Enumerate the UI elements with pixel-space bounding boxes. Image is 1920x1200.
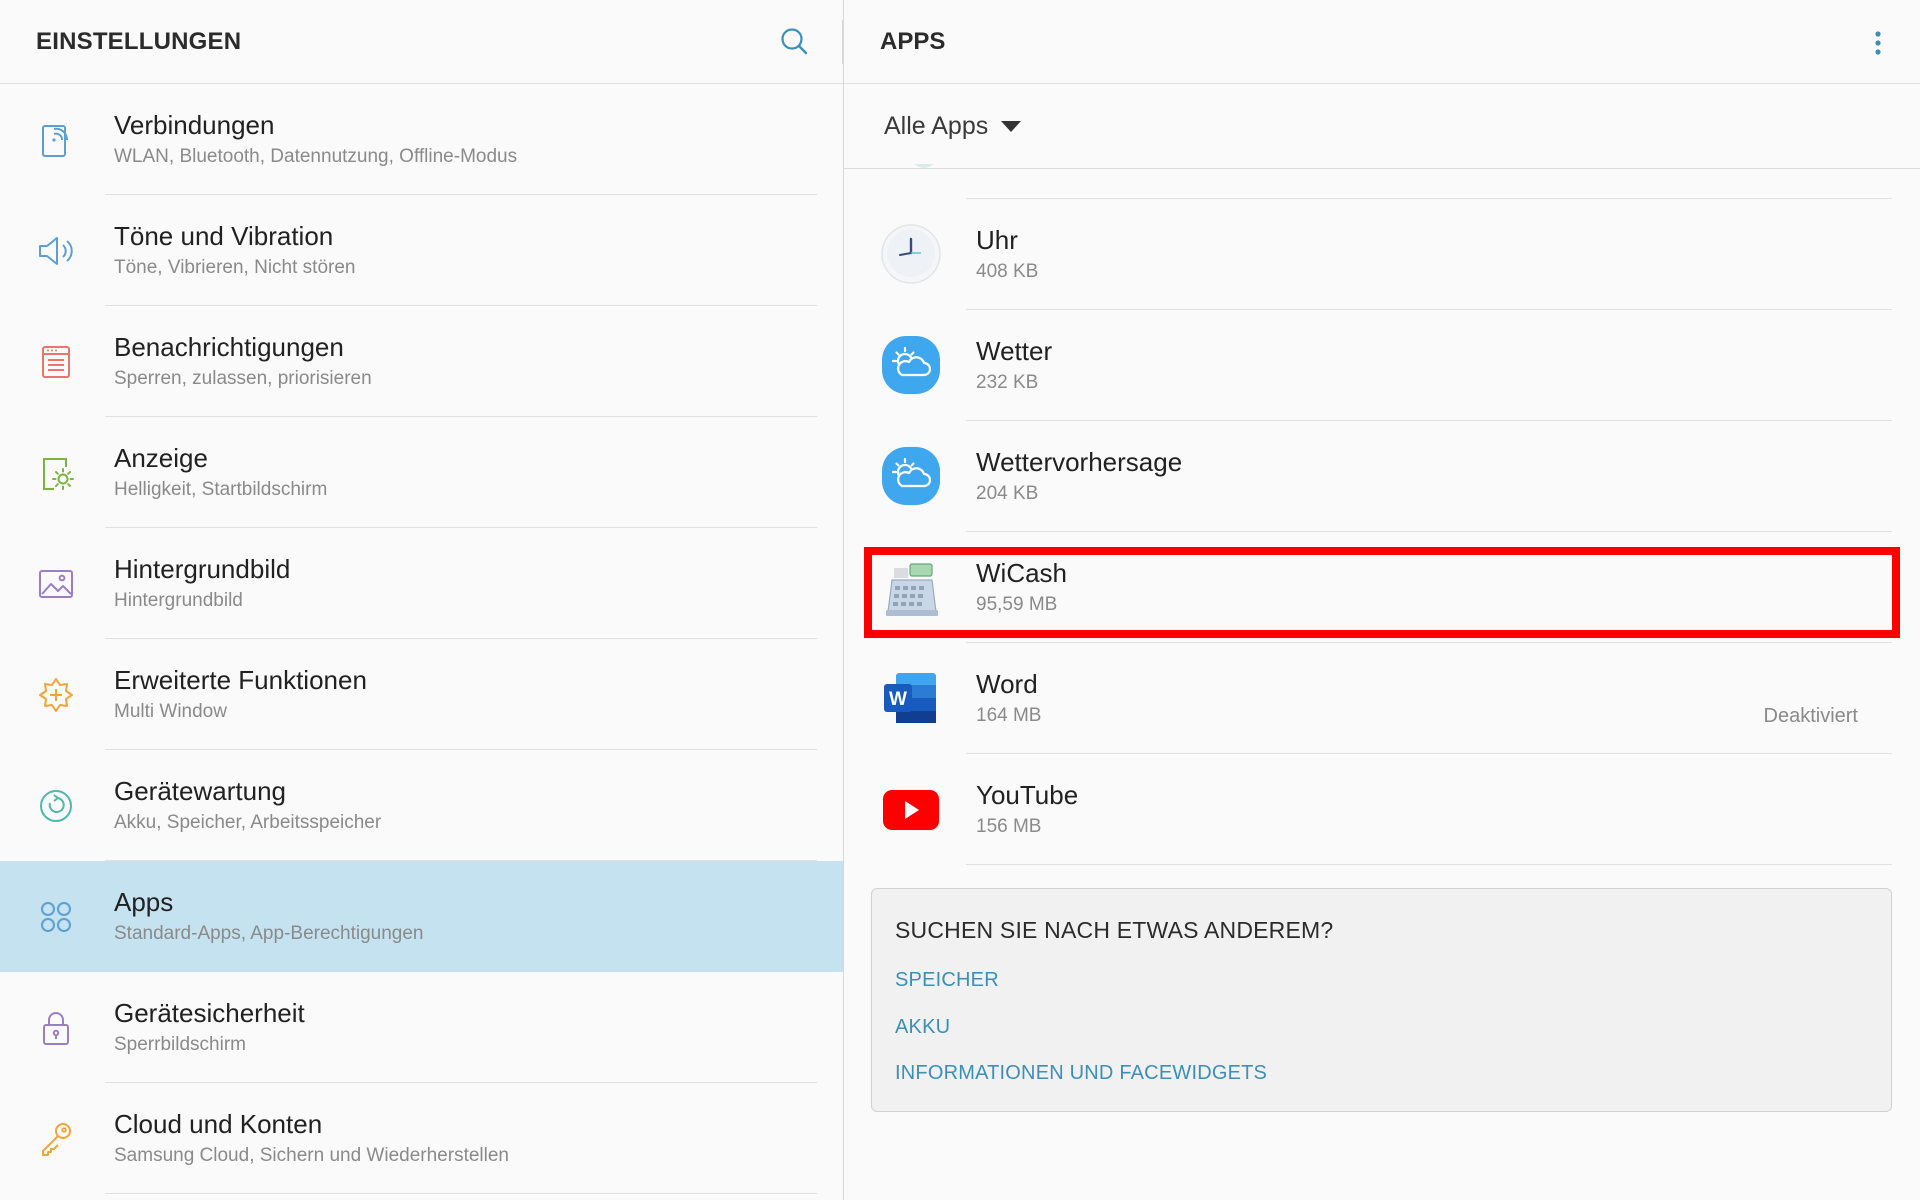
apps-icon bbox=[41, 902, 71, 932]
sidebar-item-benachrichtigungen[interactable]: Benachrichtigungen Sperren, zulassen, pr… bbox=[0, 306, 843, 417]
sidebar-item-title: Cloud und Konten bbox=[114, 1109, 323, 1139]
sidebar-item-subtitle: Sperren, zulassen, priorisieren bbox=[114, 368, 372, 389]
sidebar-item-subtitle: Hintergrundbild bbox=[114, 590, 243, 611]
sidebar-item-cloud-und-konten[interactable]: Cloud und Konten Samsung Cloud, Sichern … bbox=[0, 1083, 843, 1194]
youtube-icon bbox=[883, 790, 939, 830]
suggestions-card: SUCHEN SIE NACH ETWAS ANDEREM? SPEICHER … bbox=[871, 888, 1892, 1112]
sidebar-item-title: Anzeige bbox=[114, 443, 208, 473]
app-row-uhr[interactable]: Uhr 408 KB bbox=[844, 199, 1920, 310]
sidebar-item-subtitle: Samsung Cloud, Sichern und Wiederherstel… bbox=[114, 1145, 509, 1166]
header-divider bbox=[842, 20, 843, 64]
partial-app-icon bbox=[914, 164, 934, 168]
dropdown-arrow-icon bbox=[1000, 121, 1021, 132]
settings-sidebar: EINSTELLUNGEN Verbindungen WLAN, Bluetoo… bbox=[0, 0, 844, 1200]
sidebar-item-subtitle: Sperrbildschirm bbox=[114, 1034, 246, 1055]
sidebar-item-title: Apps bbox=[114, 887, 174, 917]
sidebar-item-title: Gerätesicherheit bbox=[114, 998, 305, 1028]
weather-forecast-icon bbox=[882, 447, 940, 505]
app-filter-dropdown[interactable]: Alle Apps bbox=[884, 112, 1021, 146]
search-button[interactable] bbox=[776, 24, 812, 60]
sidebar-item-title: Gerätewartung bbox=[114, 776, 286, 806]
more-vert-icon bbox=[1875, 31, 1881, 55]
sidebar-item-subtitle: WLAN, Bluetooth, Datennutzung, Offline-M… bbox=[114, 146, 518, 167]
sidebar-item-title: Verbindungen bbox=[114, 110, 275, 140]
suggestions-title: SUCHEN SIE NACH ETWAS ANDEREM? bbox=[895, 917, 1334, 943]
lock-icon bbox=[43, 1012, 69, 1045]
page-title: APPS bbox=[880, 28, 946, 55]
sidebar-item-apps[interactable]: Apps Standard-Apps, App-Berechtigungen bbox=[0, 861, 843, 972]
app-size: 164 MB bbox=[976, 705, 1042, 726]
weather-icon bbox=[882, 336, 940, 394]
filter-bar: Alle Apps bbox=[844, 84, 1920, 169]
device-maintenance-icon bbox=[40, 790, 72, 822]
link-speicher[interactable]: SPEICHER bbox=[895, 969, 999, 992]
app-name: Wettervorhersage bbox=[976, 447, 1183, 477]
apps-panel: APPS Alle Apps Uhr 408 KB Wetter 232 KB … bbox=[844, 0, 1920, 1200]
app-size: 156 MB bbox=[976, 816, 1042, 837]
sidebar-item-title: Erweiterte Funktionen bbox=[114, 665, 367, 695]
word-icon: W bbox=[884, 673, 936, 723]
notifications-icon bbox=[42, 346, 70, 378]
sidebar-title: EINSTELLUNGEN bbox=[36, 28, 242, 55]
app-name: Wetter bbox=[976, 336, 1053, 366]
sidebar-item-subtitle: Töne, Vibrieren, Nicht stören bbox=[114, 257, 356, 278]
link-akku[interactable]: AKKU bbox=[895, 1016, 950, 1039]
sidebar-item-verbindungen[interactable]: Verbindungen WLAN, Bluetooth, Datennutzu… bbox=[0, 84, 843, 195]
sidebar-item-hintergrundbild[interactable]: Hintergrundbild Hintergrundbild bbox=[0, 528, 843, 639]
app-row-wettervorhersage[interactable]: Wettervorhersage 204 KB bbox=[844, 421, 1920, 532]
more-options-button[interactable] bbox=[1862, 26, 1894, 60]
app-size: 232 KB bbox=[976, 372, 1039, 393]
sidebar-item-subtitle: Akku, Speicher, Arbeitsspeicher bbox=[114, 812, 382, 833]
connections-icon bbox=[42, 125, 69, 157]
sidebar-item-toene[interactable]: Töne und Vibration Töne, Vibrieren, Nich… bbox=[0, 195, 843, 306]
app-size: 204 KB bbox=[976, 483, 1039, 504]
search-icon bbox=[781, 28, 808, 55]
sidebar-item-geraetesicherheit[interactable]: Gerätesicherheit Sperrbildschirm bbox=[0, 972, 843, 1083]
sidebar-item-subtitle: Helligkeit, Startbildschirm bbox=[114, 479, 328, 500]
display-icon bbox=[43, 458, 74, 490]
svg-text:W: W bbox=[889, 689, 907, 710]
app-name: Word bbox=[976, 669, 1038, 699]
sidebar-item-subtitle: Multi Window bbox=[114, 701, 227, 722]
sidebar-item-geraetewartung[interactable]: Gerätewartung Akku, Speicher, Arbeitsspe… bbox=[0, 750, 843, 861]
divider bbox=[105, 1193, 817, 1194]
app-status: Deaktiviert bbox=[1763, 705, 1858, 727]
app-row-word[interactable]: W Word 164 MB Deaktiviert bbox=[844, 643, 1920, 754]
app-name: Uhr bbox=[976, 225, 1018, 255]
app-row-wetter[interactable]: Wetter 232 KB bbox=[844, 310, 1920, 421]
sidebar-item-title: Töne und Vibration bbox=[114, 221, 334, 251]
sidebar-header: EINSTELLUNGEN bbox=[0, 0, 843, 84]
apps-header: APPS bbox=[844, 0, 1920, 84]
settings-screen: EINSTELLUNGEN Verbindungen WLAN, Bluetoo… bbox=[0, 0, 1920, 1200]
sidebar-item-erweiterte-funktionen[interactable]: Erweiterte Funktionen Multi Window bbox=[0, 639, 843, 750]
app-size: 408 KB bbox=[976, 261, 1039, 282]
sidebar-item-subtitle: Standard-Apps, App-Berechtigungen bbox=[114, 923, 424, 944]
key-icon bbox=[42, 1123, 71, 1156]
app-name: YouTube bbox=[976, 780, 1079, 810]
sidebar-item-anzeige[interactable]: Anzeige Helligkeit, Startbildschirm bbox=[0, 417, 843, 528]
clock-icon bbox=[881, 224, 941, 284]
divider bbox=[966, 864, 1892, 865]
speaker-icon bbox=[39, 237, 73, 265]
link-informationen-facewidgets[interactable]: INFORMATIONEN UND FACEWIDGETS bbox=[895, 1062, 1267, 1085]
filter-label: Alle Apps bbox=[884, 112, 989, 140]
advanced-features-icon bbox=[39, 678, 73, 712]
sidebar-item-title: Hintergrundbild bbox=[114, 554, 291, 584]
app-row-youtube[interactable]: YouTube 156 MB bbox=[844, 754, 1920, 865]
wicash-highlight-box bbox=[864, 547, 1900, 638]
sidebar-item-title: Benachrichtigungen bbox=[114, 332, 344, 362]
wallpaper-icon bbox=[39, 570, 73, 598]
